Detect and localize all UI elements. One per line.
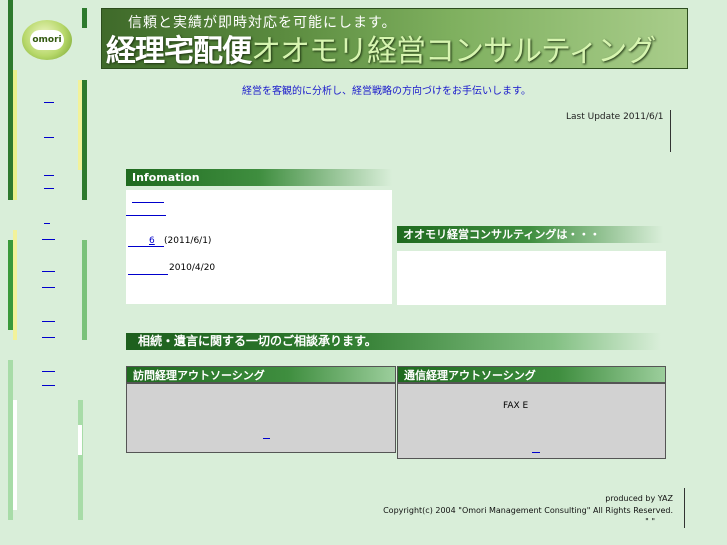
consultation-banner: 相続・遺言に関する一切のご相談承ります。 (126, 333, 661, 350)
information-header: Infomation (126, 169, 392, 186)
decor-stripe (82, 80, 87, 200)
tagline: 経営を客観的に分析し、経営戦略の方向づけをお手伝いします。 (242, 86, 531, 97)
decor-stripe (78, 425, 82, 455)
information-box: 6 (2011/6/1) 2010/4/20 (126, 190, 392, 304)
nav-link[interactable] (44, 136, 54, 138)
nav-link[interactable] (42, 384, 55, 386)
divider (684, 488, 685, 528)
last-update: Last Update 2011/6/1 (566, 112, 664, 122)
decor-stripe (78, 400, 83, 520)
banner-title-main: 経理宅配便 (106, 34, 252, 69)
divider (670, 110, 671, 152)
nav-link[interactable] (44, 222, 50, 224)
nav-link[interactable] (44, 101, 54, 103)
header-banner: 信頼と実績が即時対応を可能にします。 経理宅配便オオモリ経営コンサルティング (101, 8, 688, 69)
footer-quote: " " (645, 517, 655, 526)
decor-stripe (13, 70, 17, 200)
decor-stripe (13, 230, 17, 340)
info-link[interactable] (128, 246, 164, 247)
info-link[interactable] (132, 202, 164, 203)
info-date: 2010/4/20 (169, 263, 216, 273)
info-link[interactable] (128, 274, 168, 275)
remote-outsourcing-header: 通信経理アウトソーシング (397, 366, 666, 383)
info-date: (2011/6/1) (164, 236, 212, 246)
about-header: オオモリ経営コンサルティングは・・・ (397, 226, 663, 243)
nav-link[interactable] (42, 370, 55, 372)
decor-stripe (13, 400, 17, 510)
logo-text: omori (30, 30, 64, 50)
decor-stripe (78, 80, 82, 170)
nav-link[interactable] (42, 336, 55, 338)
visit-link[interactable] (263, 438, 270, 439)
about-box (397, 251, 666, 305)
logo[interactable]: omori (22, 20, 72, 60)
nav-link[interactable] (44, 174, 54, 176)
nav-link[interactable] (42, 320, 55, 322)
banner-title-company: オオモリ経営コンサルティング (251, 34, 656, 69)
left-navigation: omori (0, 0, 95, 545)
nav-link[interactable] (42, 238, 55, 240)
banner-title: 経理宅配便オオモリ経営コンサルティング (106, 26, 656, 69)
produced-by: produced by YAZ (605, 494, 673, 503)
visit-outsourcing-header: 訪問経理アウトソーシング (126, 366, 396, 383)
nav-link[interactable] (44, 187, 54, 189)
nav-link[interactable] (42, 286, 55, 288)
fax-label: FAX E (503, 401, 529, 411)
copyright: Copyright(c) 2004 "Omori Management Cons… (383, 506, 673, 515)
visit-outsourcing-box (126, 383, 396, 453)
decor-stripe (82, 240, 87, 340)
info-link-number[interactable]: 6 (149, 236, 155, 246)
remote-outsourcing-box: FAX E (397, 383, 666, 459)
decor-stripe (82, 8, 87, 28)
info-link[interactable] (126, 215, 166, 216)
nav-link[interactable] (42, 270, 55, 272)
fax-link[interactable] (532, 452, 540, 453)
